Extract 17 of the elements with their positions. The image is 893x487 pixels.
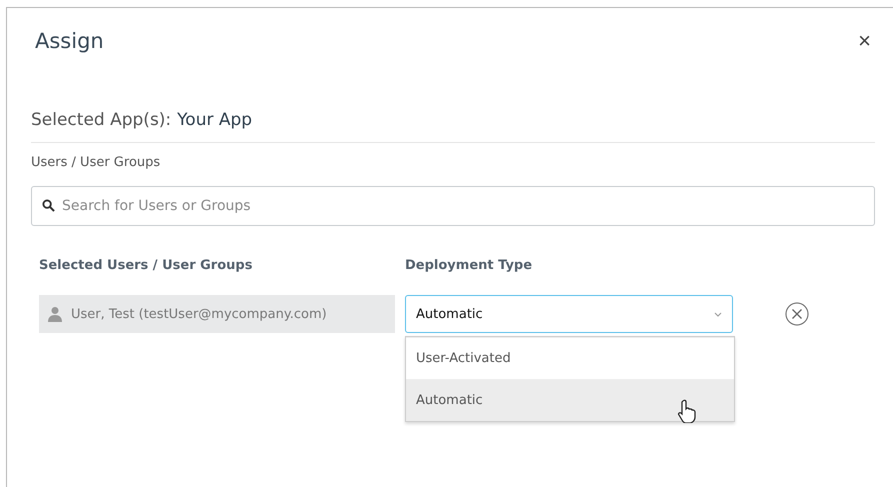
search-field[interactable]: Search for Users or Groups: [31, 186, 875, 226]
column-header: Deployment Type: [405, 258, 534, 273]
column-header: Selected Users / User Groups: [39, 258, 254, 273]
deployment-select[interactable]: Automatic: [405, 295, 733, 333]
user-chip: User, Test (testUser@mycompany.com): [39, 295, 395, 333]
person-icon: [47, 306, 63, 322]
close-circle-icon: [785, 302, 809, 326]
remove-button[interactable]: [785, 302, 809, 326]
search-icon: [42, 199, 55, 212]
selected-app-name: Your App: [177, 110, 252, 130]
dropdown-option[interactable]: User-Activated: [406, 337, 734, 379]
dialog-title: Assign: [35, 29, 104, 53]
dropdown-option[interactable]: Automatic: [406, 379, 734, 421]
chevron-icon: [714, 312, 722, 316]
close-button[interactable]: ×: [854, 28, 875, 54]
users-label: Users / User Groups: [31, 155, 162, 170]
selected-apps-label: Selected App(s):: [31, 110, 172, 130]
